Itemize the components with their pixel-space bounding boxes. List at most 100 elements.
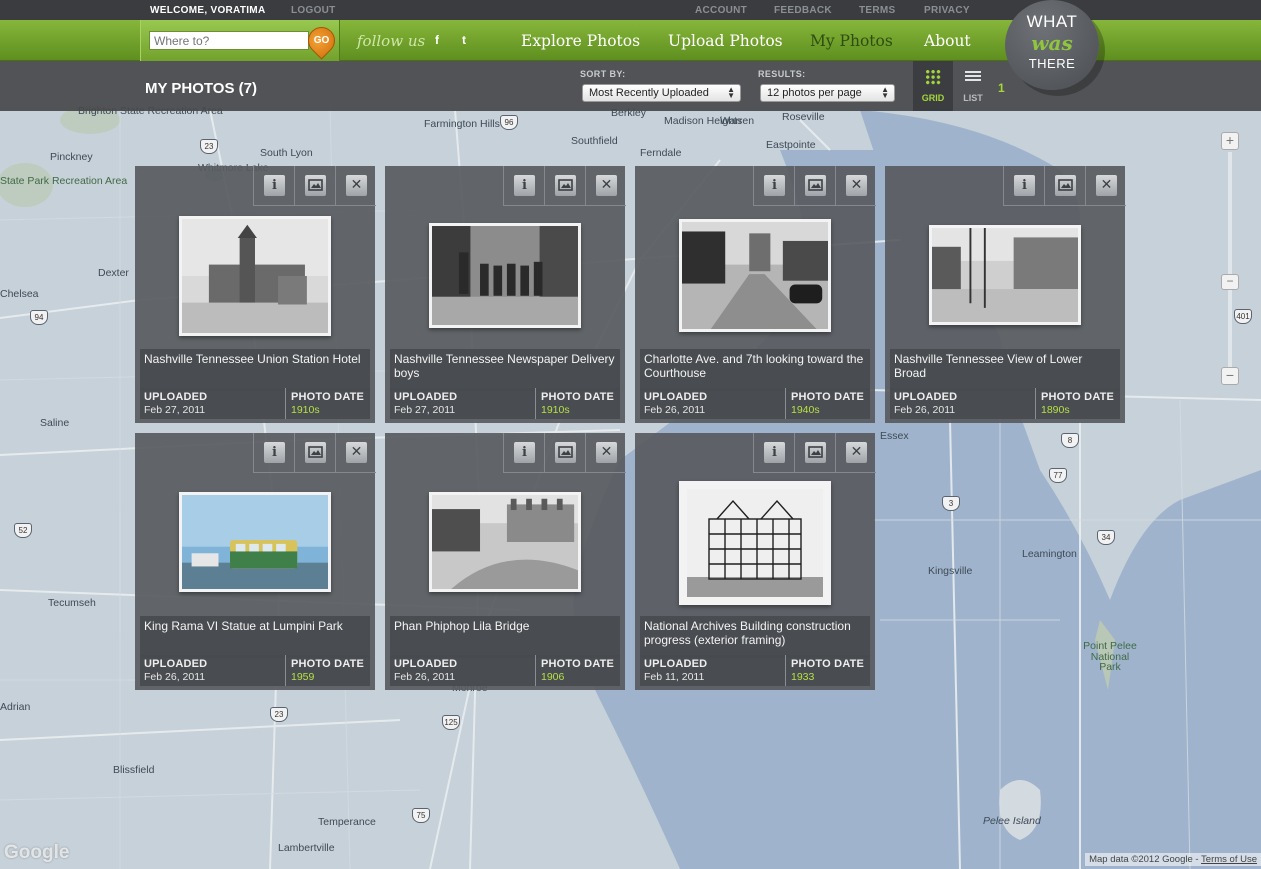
- photo-title[interactable]: Charlotte Ave. and 7th looking toward th…: [640, 349, 870, 391]
- map-label: Eastpointe: [766, 139, 816, 151]
- info-button[interactable]: i: [1003, 166, 1044, 206]
- map-attribution: Map data ©2012 Google - Terms of Use: [1085, 853, 1261, 866]
- info-icon: i: [264, 175, 285, 196]
- edit-button[interactable]: [544, 433, 585, 473]
- grid-view-label: GRID: [921, 93, 945, 103]
- photo-date-label: PHOTO DATE: [541, 658, 615, 670]
- map-zoom-slider[interactable]: [1228, 152, 1232, 368]
- photo-thumbnail[interactable]: [179, 492, 331, 592]
- photo-actions: i ✕: [503, 433, 626, 473]
- photo-thumbnail[interactable]: [429, 223, 581, 328]
- highway-shield: 8: [1061, 433, 1079, 448]
- delete-button[interactable]: ✕: [835, 433, 876, 473]
- photo-title[interactable]: Nashville Tennessee Union Station Hotel: [140, 349, 370, 391]
- photo-meta: UPLOADED Feb 26, 2011 PHOTO DATE 1906: [390, 655, 620, 686]
- map-zoom-handle[interactable]: −: [1221, 274, 1239, 290]
- highway-shield: 23: [270, 707, 288, 722]
- uploaded-label: UPLOADED: [394, 658, 458, 670]
- uploaded-label: UPLOADED: [144, 658, 208, 670]
- info-button[interactable]: i: [253, 166, 294, 206]
- go-button[interactable]: GO: [302, 21, 341, 60]
- uploaded-label: UPLOADED: [394, 391, 458, 403]
- grid-view-button[interactable]: GRID: [913, 61, 953, 111]
- map-label: Tecumseh: [48, 597, 96, 609]
- photo-card: i ✕ Phan Phiphop Lila Bridge UPLOADED Feb…: [385, 433, 626, 690]
- nav-about[interactable]: About: [924, 32, 971, 50]
- photo-title[interactable]: Nashville Tennessee View of Lower Broad: [890, 349, 1120, 391]
- map-zoom-in-button[interactable]: +: [1221, 132, 1239, 150]
- photo-card: i ✕ National Archives Building construct…: [635, 433, 876, 690]
- photo-thumbnail[interactable]: [429, 492, 581, 592]
- photo-title[interactable]: King Rama VI Statue at Lumpini Park: [140, 616, 370, 658]
- sort-by-select[interactable]: Most Recently Uploaded ▲ ▼: [582, 84, 741, 102]
- map-label: Essex: [880, 430, 909, 442]
- photo-thumbnail[interactable]: [179, 216, 331, 336]
- feedback-link[interactable]: FEEDBACK: [774, 5, 832, 16]
- twitter-icon[interactable]: t: [462, 33, 466, 47]
- uploaded-date: Feb 11, 2011: [644, 671, 705, 683]
- privacy-link[interactable]: PRIVACY: [924, 5, 970, 16]
- union-station-image: [182, 219, 328, 333]
- info-button[interactable]: i: [753, 166, 794, 206]
- nav-upload-photos[interactable]: Upload Photos: [668, 32, 783, 50]
- info-button[interactable]: i: [503, 433, 544, 473]
- photo-date: 1933: [791, 671, 815, 683]
- info-button[interactable]: i: [503, 166, 544, 206]
- uploaded-label: UPLOADED: [644, 391, 708, 403]
- edit-button[interactable]: [1044, 166, 1085, 206]
- edit-photo-icon: [305, 442, 326, 463]
- info-button[interactable]: i: [253, 433, 294, 473]
- edit-button[interactable]: [794, 433, 835, 473]
- account-link[interactable]: ACCOUNT: [695, 5, 747, 16]
- delete-icon: ✕: [846, 442, 867, 463]
- photo-date: 1890s: [1041, 404, 1070, 416]
- results-per-page-select[interactable]: 12 photos per page ▲ ▼: [760, 84, 895, 102]
- photo-thumbnail[interactable]: [679, 481, 831, 605]
- page-title: MY PHOTOS (7): [145, 80, 257, 97]
- delete-button[interactable]: ✕: [335, 433, 376, 473]
- photo-title[interactable]: National Archives Building construction …: [640, 616, 870, 658]
- photo-date: 1940s: [791, 404, 820, 416]
- select-arrows-icon: ▲ ▼: [881, 85, 889, 100]
- highway-shield: 94: [30, 310, 48, 325]
- map-label: South Lyon: [260, 147, 313, 159]
- logo-line-was: was: [1031, 31, 1073, 55]
- delete-button[interactable]: ✕: [1085, 166, 1126, 206]
- list-view-button[interactable]: LIST: [953, 61, 993, 111]
- nav-my-photos[interactable]: My Photos: [810, 32, 893, 50]
- edit-button[interactable]: [794, 166, 835, 206]
- edit-photo-icon: [805, 175, 826, 196]
- page-number[interactable]: 1: [998, 81, 1005, 95]
- photo-thumbnail[interactable]: [679, 219, 831, 332]
- edit-photo-icon: [555, 175, 576, 196]
- map-label: Leamington: [1022, 548, 1077, 560]
- terms-link[interactable]: TERMS: [859, 5, 896, 16]
- facebook-icon[interactable]: f: [435, 33, 439, 47]
- logout-link[interactable]: LOGOUT: [291, 5, 336, 16]
- map-zoom-out-button[interactable]: −: [1221, 367, 1239, 385]
- location-search-input[interactable]: [149, 31, 309, 50]
- photo-meta: UPLOADED Feb 26, 2011 PHOTO DATE 1940s: [640, 388, 870, 419]
- edit-button[interactable]: [294, 433, 335, 473]
- map-label: Southfield: [571, 135, 618, 147]
- photo-title[interactable]: Phan Phiphop Lila Bridge: [390, 616, 620, 658]
- info-icon: i: [514, 175, 535, 196]
- terms-of-use-link[interactable]: Terms of Use: [1201, 854, 1257, 865]
- photo-date-label: PHOTO DATE: [541, 391, 615, 403]
- delete-button[interactable]: ✕: [585, 433, 626, 473]
- photo-title[interactable]: Nashville Tennessee Newspaper Delivery b…: [390, 349, 620, 391]
- nav-explore-photos[interactable]: Explore Photos: [521, 32, 640, 50]
- photo-actions: i ✕: [753, 166, 876, 206]
- map-label: Kingsville: [928, 565, 973, 577]
- photo-thumbnail[interactable]: [929, 225, 1081, 325]
- info-button[interactable]: i: [753, 433, 794, 473]
- edit-button[interactable]: [294, 166, 335, 206]
- logo-line-there: THERE: [1028, 56, 1076, 71]
- edit-button[interactable]: [544, 166, 585, 206]
- results-per-page-value: 12 photos per page: [767, 87, 862, 99]
- delete-icon: ✕: [1096, 175, 1117, 196]
- delete-button[interactable]: ✕: [335, 166, 376, 206]
- delete-button[interactable]: ✕: [585, 166, 626, 206]
- delete-button[interactable]: ✕: [835, 166, 876, 206]
- what-was-there-logo[interactable]: WHAT was THERE: [1005, 0, 1099, 90]
